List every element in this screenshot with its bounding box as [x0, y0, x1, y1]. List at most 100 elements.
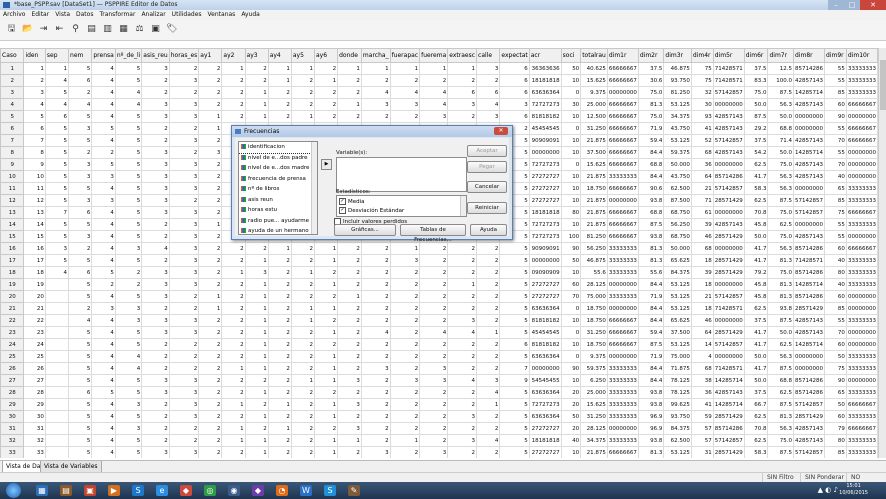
table-cell[interactable]: 2 — [267, 446, 292, 458]
row-number[interactable]: 28 — [0, 386, 25, 399]
table-cell[interactable]: 2 — [290, 278, 315, 291]
table-cell[interactable]: 0 — [560, 86, 582, 99]
table-cell[interactable]: 2 — [290, 386, 315, 399]
variable-list-item[interactable]: ayuda de un hermano — [239, 226, 317, 234]
table-cell[interactable]: 87.500 — [663, 194, 692, 207]
table-cell[interactable]: 21.875 — [580, 134, 608, 147]
table-cell[interactable]: 33333333 — [845, 362, 878, 375]
table-cell[interactable]: 66666667 — [606, 338, 639, 351]
table-cell[interactable]: 4 — [91, 254, 116, 267]
table-cell[interactable]: 2 — [168, 350, 200, 363]
table-cell[interactable]: 62.5 — [743, 410, 769, 423]
table-cell[interactable]: 43.750 — [663, 122, 692, 135]
table-cell[interactable]: 33333333 — [845, 410, 878, 423]
table-cell[interactable]: 56.3 — [767, 170, 794, 183]
table-cell[interactable]: 53.125 — [663, 338, 692, 351]
table-cell[interactable]: 1 — [198, 218, 223, 231]
table-cell[interactable]: 62.500 — [663, 434, 692, 447]
table-cell[interactable]: 55 — [824, 218, 847, 231]
table-cell[interactable]: 2 — [267, 278, 292, 291]
table-cell[interactable]: 2 — [389, 398, 421, 411]
table-cell[interactable]: 75.0 — [637, 110, 665, 123]
table-cell[interactable]: 3 — [419, 446, 449, 458]
table-cell[interactable]: 84.4 — [637, 374, 665, 387]
table-cell[interactable]: 85 — [824, 86, 847, 99]
table-cell[interactable]: 4 — [389, 86, 421, 99]
table-cell[interactable]: 2 — [244, 74, 269, 87]
table-cell[interactable]: 2 — [244, 422, 269, 435]
table-cell[interactable]: 2 — [290, 86, 315, 99]
table-cell[interactable]: 2 — [168, 146, 200, 159]
ie-taskbar-icon[interactable]: e — [156, 485, 168, 496]
table-cell[interactable]: 37.5 — [743, 62, 769, 75]
table-cell[interactable]: 4 — [91, 62, 116, 75]
statistics-scrollbar[interactable] — [460, 196, 466, 216]
table-cell[interactable]: 2 — [360, 110, 391, 123]
table-cell[interactable]: 5 — [44, 158, 70, 171]
table-cell[interactable]: 2 — [419, 302, 449, 315]
table-cell[interactable]: 3 — [389, 254, 421, 267]
table-cell[interactable]: 5 — [114, 134, 143, 147]
table-cell[interactable]: 78.125 — [663, 374, 692, 387]
table-cell[interactable]: 2 — [198, 446, 223, 458]
table-cell[interactable]: 2 — [221, 254, 246, 267]
charts-button[interactable]: Gráficas... — [334, 224, 396, 236]
table-cell[interactable]: 2 — [244, 242, 269, 255]
table-cell[interactable]: 00000000 — [606, 302, 639, 315]
table-cell[interactable]: 5 — [44, 218, 70, 231]
table-cell[interactable]: 2 — [198, 362, 223, 375]
table-cell[interactable]: 46 — [690, 314, 714, 327]
table-cell[interactable]: 10 — [560, 74, 582, 87]
table-cell[interactable]: 27272727 — [528, 278, 562, 291]
table-cell[interactable]: 21 — [23, 302, 46, 315]
table-cell[interactable]: 79 — [824, 422, 847, 435]
table-cell[interactable]: 28571429 — [712, 410, 745, 423]
table-cell[interactable]: 28571429 — [793, 410, 825, 423]
table-cell[interactable]: 2 — [267, 254, 292, 267]
cancel-button[interactable]: Cancelar — [467, 181, 507, 193]
table-cell[interactable]: 4 — [91, 362, 116, 375]
column-header[interactable]: iden — [23, 48, 46, 63]
table-cell[interactable]: 4 — [91, 398, 116, 411]
table-cell[interactable]: 29 — [23, 398, 46, 411]
table-cell[interactable]: 66666667 — [606, 110, 639, 123]
table-cell[interactable]: 33333333 — [845, 182, 878, 195]
table-cell[interactable]: 33333333 — [845, 74, 878, 87]
row-number[interactable]: 3 — [0, 86, 25, 99]
table-cell[interactable]: 3 — [141, 194, 170, 207]
menu-utilidades[interactable]: Utilidades — [169, 10, 205, 20]
table-cell[interactable]: 2 — [221, 386, 246, 399]
table-cell[interactable]: 68.750 — [663, 206, 692, 219]
table-cell[interactable]: 00000000 — [712, 242, 745, 255]
table-cell[interactable]: 33333333 — [606, 410, 639, 423]
table-cell[interactable]: 75 — [824, 206, 847, 219]
table-cell[interactable]: 3 — [44, 242, 70, 255]
table-cell[interactable]: 2 — [313, 86, 339, 99]
variable-list-item[interactable]: radio pue... ayudarme — [239, 216, 317, 227]
table-cell[interactable]: 3 — [337, 374, 362, 387]
table-cell[interactable]: 2 — [198, 182, 223, 195]
table-cell[interactable]: 3 — [476, 62, 501, 75]
table-cell[interactable]: 2 — [168, 434, 200, 447]
table-cell[interactable]: 1 — [313, 254, 339, 267]
table-cell[interactable]: 4 — [91, 410, 116, 423]
table-cell[interactable]: 00000000 — [845, 110, 878, 123]
table-cell[interactable]: 4 — [447, 374, 478, 387]
table-cell[interactable]: 53.125 — [663, 302, 692, 315]
table-cell[interactable]: 4 — [91, 446, 116, 458]
table-cell[interactable]: 3 — [389, 98, 421, 111]
table-cell[interactable]: 62.5 — [743, 158, 769, 171]
table-cell[interactable]: 3 — [168, 398, 200, 411]
table-cell[interactable]: 3 — [168, 386, 200, 399]
stat-stddev[interactable]: ✓ Desviación Estándar — [339, 207, 404, 215]
table-cell[interactable]: 6.250 — [580, 374, 608, 387]
table-cell[interactable]: 00000000 — [528, 362, 562, 375]
table-cell[interactable]: 34.375 — [663, 110, 692, 123]
table-cell[interactable]: 39 — [690, 266, 714, 279]
table-cell[interactable]: 7 — [23, 134, 46, 147]
table-cell[interactable]: 60 — [560, 278, 582, 291]
table-cell[interactable]: 2 — [198, 422, 223, 435]
table-cell[interactable]: 57142857 — [793, 398, 825, 411]
table-cell[interactable]: 3 — [168, 326, 200, 339]
table-cell[interactable]: 1 — [337, 434, 362, 447]
